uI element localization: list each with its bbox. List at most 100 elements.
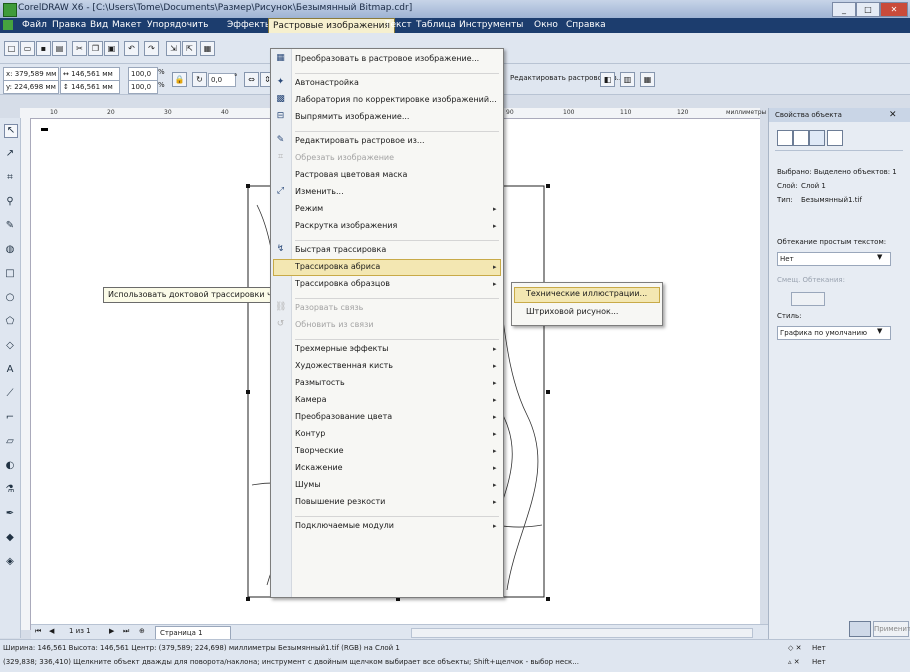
menu-item[interactable]: Контур xyxy=(295,429,325,438)
scale-y-field[interactable]: 100,0 xyxy=(128,80,158,94)
menu-arrange[interactable]: Упорядочить xyxy=(147,20,208,30)
scale-x-field[interactable]: 100,0 xyxy=(128,67,158,81)
open-icon[interactable]: ▭ xyxy=(20,41,35,56)
menu-item[interactable]: Творческие xyxy=(295,446,344,455)
save-icon[interactable]: ▪ xyxy=(36,41,51,56)
connector-tool-icon[interactable]: ⌐ xyxy=(4,412,16,424)
menu-table[interactable]: Таблица xyxy=(416,20,456,30)
submenu-technical[interactable]: Технические иллюстрации... xyxy=(526,289,647,298)
fill-tab-icon[interactable] xyxy=(777,130,793,146)
wrap-dropdown-icon[interactable]: ▼ xyxy=(877,253,882,261)
menu-item[interactable]: Преобразовать в растровое изображение... xyxy=(295,54,479,63)
menu-item[interactable]: Трехмерные эффекты xyxy=(295,344,388,353)
close-button[interactable]: ✕ xyxy=(880,2,908,17)
menu-item[interactable]: Камера xyxy=(295,395,327,404)
cut-icon[interactable]: ✂ xyxy=(72,41,87,56)
maximize-button[interactable]: □ xyxy=(856,2,880,17)
paste-icon[interactable]: ▣ xyxy=(104,41,119,56)
publish-icon[interactable]: ▦ xyxy=(200,41,215,56)
basic-shapes-tool-icon[interactable]: ◇ xyxy=(4,340,16,352)
polygon-tool-icon[interactable]: ⬠ xyxy=(4,316,16,328)
style-select[interactable]: Графика по умолчанию xyxy=(777,326,891,340)
smart-fill-tool-icon[interactable]: ◍ xyxy=(4,244,16,256)
menu-item[interactable]: Трассировка абриса xyxy=(295,262,380,271)
wrap-select[interactable]: Нет xyxy=(777,252,891,266)
freehand-tool-icon[interactable]: ✎ xyxy=(4,220,16,232)
eyedropper-tool-icon[interactable]: ⚗ xyxy=(4,484,16,496)
menu-window[interactable]: Окно xyxy=(534,20,558,30)
height-field[interactable]: ↕ 146,561 мм xyxy=(60,80,120,94)
menu-file[interactable]: Файл xyxy=(22,20,47,30)
y-field[interactable]: y: 224,698 мм xyxy=(3,80,59,94)
menu-help[interactable]: Справка xyxy=(566,20,606,30)
print-icon[interactable]: ▤ xyxy=(52,41,67,56)
copy-icon[interactable]: ❐ xyxy=(88,41,103,56)
outline-tab-icon[interactable] xyxy=(793,130,809,146)
menu-item[interactable]: Автонастройка xyxy=(295,78,359,87)
menu-effects[interactable]: Эффекты xyxy=(227,20,272,30)
menu-item[interactable]: Изменить... xyxy=(295,187,344,196)
angle-field[interactable]: 0,0 xyxy=(208,73,236,87)
wrap-tab-icon[interactable] xyxy=(827,130,843,146)
new-icon[interactable]: □ xyxy=(4,41,19,56)
style-dropdown-icon[interactable]: ▼ xyxy=(877,327,882,335)
rectangle-tool-icon[interactable]: □ xyxy=(4,268,16,280)
selection-handle[interactable] xyxy=(546,390,550,394)
horizontal-scrollbar[interactable] xyxy=(411,628,753,638)
menu-item[interactable]: Художественная кисть xyxy=(295,361,393,370)
last-page-icon[interactable]: ⏭ xyxy=(123,627,129,636)
width-field[interactable]: ↔ 146,561 мм xyxy=(60,67,120,81)
menu-item[interactable]: Раскрутка изображения xyxy=(295,221,397,230)
bitmap-props-icon[interactable]: ▥ xyxy=(620,72,635,87)
resample-toolbar-icon[interactable]: ▦ xyxy=(640,72,655,87)
transparency-tool-icon[interactable]: ◐ xyxy=(4,460,16,472)
ellipse-tool-icon[interactable]: ○ xyxy=(4,292,16,304)
first-page-icon[interactable]: ⏮ xyxy=(35,627,41,636)
selection-handle[interactable] xyxy=(246,390,250,394)
parallel-dimension-tool-icon[interactable]: ⟋ xyxy=(4,388,16,400)
page-tab[interactable]: Страница 1 xyxy=(155,626,231,640)
docker-close-icon[interactable]: ✕ xyxy=(889,110,897,120)
menu-item[interactable]: Редактировать растровое из... xyxy=(295,136,425,145)
minimize-button[interactable]: _ xyxy=(832,2,856,17)
redo-icon[interactable]: ↷ xyxy=(144,41,159,56)
undo-icon[interactable]: ↶ xyxy=(124,41,139,56)
menu-item[interactable]: Искажение xyxy=(295,463,343,472)
interactive-fill-tool-icon[interactable]: ◈ xyxy=(4,556,16,568)
pick-tool-icon[interactable]: ↖ xyxy=(4,124,18,138)
shape-tool-icon[interactable]: ↗ xyxy=(4,148,16,160)
zoom-tool-icon[interactable]: ⚲ xyxy=(4,196,16,208)
selection-handle[interactable] xyxy=(246,184,250,188)
next-page-icon[interactable]: ▶ xyxy=(109,627,114,635)
menu-item[interactable]: Преобразование цвета xyxy=(295,412,392,421)
selection-handle[interactable] xyxy=(246,597,250,601)
menu-item[interactable]: Выпрямить изображение... xyxy=(295,112,409,121)
fill-tool-icon[interactable]: ◆ xyxy=(4,532,16,544)
selection-handle[interactable] xyxy=(546,184,550,188)
menu-item[interactable]: Подключаемые модули xyxy=(295,521,394,530)
rotate-icon[interactable]: ↻ xyxy=(192,72,207,87)
menu-layout[interactable]: Макет xyxy=(112,20,142,30)
text-tool-icon[interactable]: A xyxy=(4,364,16,376)
summary-tab-icon[interactable] xyxy=(809,130,825,146)
menu-text[interactable]: Текст xyxy=(385,20,412,30)
menu-edit[interactable]: Правка xyxy=(52,20,86,30)
menu-item[interactable]: Размытость xyxy=(295,378,345,387)
offset-field[interactable] xyxy=(791,292,825,306)
lock-ratio-icon[interactable]: 🔒 xyxy=(172,72,187,87)
outline-tool-icon[interactable]: ✒ xyxy=(4,508,16,520)
add-page-icon[interactable]: ⊕ xyxy=(139,627,145,635)
trace-icon[interactable]: ◧ xyxy=(600,72,615,87)
blend-tool-icon[interactable]: ▱ xyxy=(4,436,16,448)
menu-item[interactable]: Повышение резкости xyxy=(295,497,385,506)
prev-page-icon[interactable]: ◀ xyxy=(49,627,54,635)
menu-item[interactable]: Быстрая трассировка xyxy=(295,245,386,254)
menu-item[interactable]: Режим xyxy=(295,204,323,213)
menu-item[interactable]: Трассировка образцов xyxy=(295,279,390,288)
crop-tool-icon[interactable]: ⌗ xyxy=(4,172,16,184)
menu-view[interactable]: Вид xyxy=(90,20,108,30)
menu-item[interactable]: Лаборатория по корректировке изображений… xyxy=(295,95,497,104)
submenu-lineart[interactable]: Штриховой рисунок... xyxy=(526,307,618,316)
mirror-h-icon[interactable]: ⇔ xyxy=(244,72,259,87)
lock-docker-icon[interactable] xyxy=(849,621,871,637)
